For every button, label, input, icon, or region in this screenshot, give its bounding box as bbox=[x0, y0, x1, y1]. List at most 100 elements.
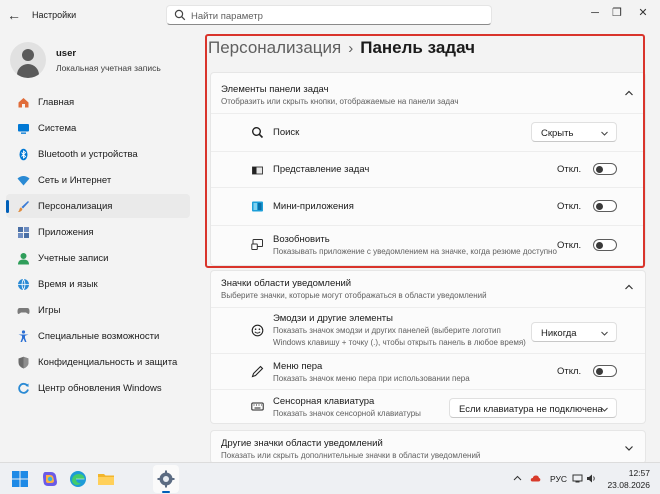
row-title: Эмодзи и другие элементы bbox=[273, 313, 393, 324]
toggle-state-label: Откл. bbox=[557, 201, 582, 212]
search-placeholder: Найти параметр bbox=[191, 11, 263, 22]
row-title: Возобновить bbox=[273, 234, 330, 245]
chevron-down-icon bbox=[601, 407, 608, 412]
cloud-icon[interactable] bbox=[530, 473, 541, 484]
sidebar-item-accessibility[interactable]: Специальные возможности bbox=[6, 324, 190, 348]
section-title: Элементы панели задач bbox=[221, 84, 329, 95]
search-icon bbox=[174, 9, 186, 21]
search-icon bbox=[252, 127, 264, 139]
section-title: Значки области уведомлений bbox=[221, 278, 352, 289]
copilot-icon[interactable] bbox=[40, 469, 60, 489]
apps-icon bbox=[18, 227, 29, 238]
chevron-up-icon[interactable] bbox=[623, 87, 635, 99]
resume-toggle[interactable] bbox=[593, 239, 617, 251]
chevron-up-icon[interactable] bbox=[623, 281, 635, 293]
sidebar-item-personalization[interactable]: Персонализация bbox=[6, 194, 190, 218]
main-content: Персонализация › Панель задач Элементы пан… bbox=[196, 30, 660, 464]
sidebar-item-time-language[interactable]: Время и язык bbox=[6, 272, 190, 296]
resume-row: Возобновить Показывать приложение с увед… bbox=[211, 225, 645, 265]
taskbar-items-section: Элементы панели задач Отобразить или скр… bbox=[210, 72, 646, 266]
widgets-toggle[interactable] bbox=[593, 200, 617, 212]
sidebar: user Локальная учетная запись Главная Си… bbox=[0, 30, 196, 462]
settings-icon[interactable] bbox=[156, 469, 176, 489]
volume-icon[interactable] bbox=[586, 473, 597, 484]
input-language[interactable]: РУС bbox=[550, 474, 567, 484]
row-subtitle-line2: Windows клавишу + точку (.), чтобы откры… bbox=[273, 338, 526, 347]
sidebar-item-windows-update[interactable]: Центр обновления Windows bbox=[6, 376, 190, 400]
search-row: Поиск Скрыть bbox=[211, 113, 645, 151]
sidebar-item-bluetooth[interactable]: Bluetooth и устройства bbox=[6, 142, 190, 166]
network-icon[interactable] bbox=[572, 473, 583, 484]
emoji-icon bbox=[251, 324, 264, 337]
row-title: Представление задач bbox=[273, 164, 370, 175]
sidebar-item-apps[interactable]: Приложения bbox=[6, 220, 190, 244]
system-icon bbox=[18, 124, 29, 134]
task-view-toggle[interactable] bbox=[593, 163, 617, 175]
clock-time[interactable]: 12:57 bbox=[629, 468, 650, 478]
section-subtitle: Показать или скрыть дополнительные значк… bbox=[221, 451, 481, 460]
minimize-button[interactable]: ─ bbox=[584, 4, 606, 22]
sidebar-item-network[interactable]: Сеть и Интернет bbox=[6, 168, 190, 192]
toggle-state-label: Откл. bbox=[557, 240, 582, 251]
search-mode-dropdown[interactable]: Скрыть bbox=[531, 122, 617, 142]
row-subtitle: Показывать приложение с уведомлением на … bbox=[273, 247, 557, 256]
close-button[interactable]: ✕ bbox=[632, 4, 654, 22]
resume-icon bbox=[251, 239, 263, 250]
brush-icon bbox=[18, 201, 29, 212]
home-icon bbox=[18, 98, 29, 108]
pen-icon bbox=[251, 365, 264, 378]
toggle-state-label: Откл. bbox=[557, 366, 582, 377]
sidebar-item-accounts[interactable]: Учетные записи bbox=[6, 246, 190, 270]
bluetooth-icon bbox=[19, 148, 28, 161]
wifi-icon bbox=[17, 176, 30, 186]
task-view-row: Представление задач Откл. bbox=[211, 151, 645, 187]
touch-keyboard-row: Сенсорная клавиатура Показать значок сен… bbox=[211, 389, 645, 423]
chevron-down-icon[interactable] bbox=[623, 442, 635, 454]
page-title: Панель задач bbox=[360, 38, 475, 57]
title-bar: ← Настройки Найти параметр ─ ❐ ✕ bbox=[0, 0, 660, 30]
windows-start-icon[interactable] bbox=[10, 469, 30, 489]
app-title: Настройки bbox=[32, 10, 77, 20]
update-icon bbox=[18, 382, 29, 394]
touch-keyboard-dropdown[interactable]: Если клавиатура не подключена bbox=[449, 398, 617, 418]
dropdown-value: Скрыть bbox=[541, 128, 574, 139]
back-button[interactable]: ← bbox=[6, 7, 22, 23]
emoji-row: Эмодзи и другие элементы Показать значок… bbox=[211, 307, 645, 353]
sidebar-item-privacy[interactable]: Конфиденциальность и защита bbox=[6, 350, 190, 374]
settings-search-box[interactable]: Найти параметр bbox=[166, 5, 492, 25]
row-title: Поиск bbox=[273, 127, 300, 138]
widgets-row: Мини-приложения Откл. bbox=[211, 187, 645, 225]
taskbar-items-header[interactable]: Элементы панели задач Отобразить или скр… bbox=[211, 73, 645, 113]
user-account-type: Локальная учетная запись bbox=[56, 63, 161, 73]
maximize-button[interactable]: ❐ bbox=[606, 4, 628, 22]
tray-icons-header[interactable]: Значки области уведомлений Выберите знач… bbox=[211, 271, 645, 307]
other-tray-icons-section[interactable]: Другие значки области уведомлений Показа… bbox=[210, 430, 646, 464]
clock-date[interactable]: 23.08.2026 bbox=[607, 480, 650, 490]
user-name: user bbox=[56, 48, 77, 59]
pen-menu-toggle[interactable] bbox=[593, 365, 617, 377]
breadcrumb: Персонализация › Панель задач bbox=[208, 38, 475, 62]
tray-icons-section: Значки области уведомлений Выберите знач… bbox=[210, 270, 646, 424]
chevron-down-icon bbox=[601, 131, 608, 136]
active-app-indicator bbox=[162, 491, 170, 493]
pen-menu-row: Меню пера Показать значок меню пера при … bbox=[211, 353, 645, 389]
avatar bbox=[10, 42, 46, 78]
section-subtitle: Отобразить или скрыть кнопки, отображаем… bbox=[221, 97, 459, 106]
shield-icon bbox=[18, 356, 29, 369]
chevron-up-icon[interactable] bbox=[512, 473, 523, 484]
section-subtitle: Выберите значки, которые могут отображат… bbox=[221, 291, 487, 300]
explorer-icon[interactable] bbox=[96, 469, 116, 489]
row-subtitle: Показать значок сенсорной клавиатуры bbox=[273, 409, 421, 418]
keyboard-icon bbox=[251, 402, 264, 411]
windows-taskbar: РУС 12:57 23.08.2026 bbox=[0, 462, 660, 494]
emoji-visibility-dropdown[interactable]: Никогда bbox=[531, 322, 617, 342]
edge-icon[interactable] bbox=[68, 469, 88, 489]
toggle-state-label: Откл. bbox=[557, 164, 582, 175]
sidebar-item-home[interactable]: Главная bbox=[6, 90, 190, 114]
sidebar-item-gaming[interactable]: Игры bbox=[6, 298, 190, 322]
breadcrumb-parent[interactable]: Персонализация bbox=[208, 38, 341, 57]
widgets-icon bbox=[252, 201, 263, 212]
sidebar-item-system[interactable]: Система bbox=[6, 116, 190, 140]
globe-icon bbox=[18, 278, 29, 291]
dropdown-value: Если клавиатура не подключена bbox=[459, 404, 603, 415]
